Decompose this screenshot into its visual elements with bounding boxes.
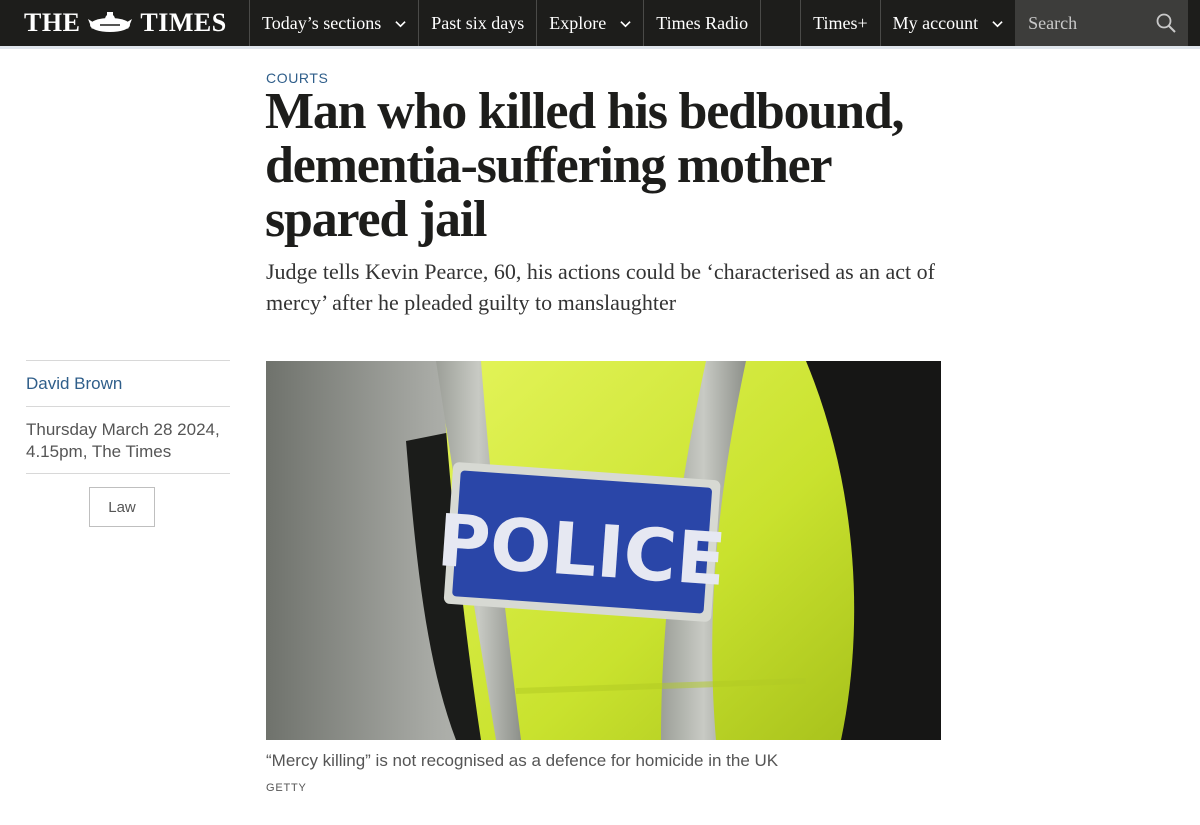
search-icon[interactable]: [1156, 13, 1176, 33]
meta-divider: [26, 406, 230, 407]
hero-image: POLICE: [266, 361, 941, 740]
logo-word-the: THE: [24, 8, 81, 37]
nav-times-radio-label: Times Radio: [656, 12, 749, 33]
nav-explore[interactable]: Explore: [536, 0, 643, 46]
publish-date: Thursday March 28 2024, 4.15pm, The Time…: [26, 419, 230, 463]
meta-divider: [26, 473, 230, 474]
search-input[interactable]: Search: [1015, 0, 1189, 46]
standfirst: Judge tells Kevin Pearce, 60, his action…: [266, 259, 935, 315]
chevron-down-icon: [395, 20, 406, 27]
headline: Man who killed his bedbound, dementia-su…: [265, 83, 905, 248]
chevron-down-icon: [992, 20, 1003, 27]
publish-date-line2: 4.15pm, The Times: [26, 442, 172, 461]
meta-divider: [26, 360, 230, 361]
image-caption: “Mercy killing” is not recognised as a d…: [266, 751, 779, 770]
nav-underline: [0, 46, 1200, 49]
nav-times-plus-label: Times+: [813, 12, 868, 33]
nav-todays-sections-label: Today’s sections: [262, 12, 382, 33]
search-placeholder: Search: [1028, 12, 1078, 33]
nav-todays-sections[interactable]: Today’s sections: [249, 0, 418, 46]
times-logo[interactable]: THE TIMES: [0, 0, 249, 46]
top-navigation: THE TIMES Today’s sections Past six days…: [0, 0, 1200, 46]
crest-icon: [88, 12, 133, 32]
police-vest-photo: POLICE: [266, 361, 941, 740]
nav-times-plus[interactable]: Times+: [800, 0, 880, 46]
nav-explore-label: Explore: [549, 12, 607, 33]
image-credit: GETTY: [266, 782, 307, 794]
tag-law[interactable]: Law: [89, 487, 155, 527]
logo-word-times: TIMES: [140, 8, 227, 37]
nav-past-six-days[interactable]: Past six days: [418, 0, 536, 46]
nav-past-six-days-label: Past six days: [431, 12, 525, 33]
nav-my-account[interactable]: My account: [879, 0, 1015, 46]
publish-date-line1: Thursday March 28 2024,: [26, 420, 220, 439]
author-link[interactable]: David Brown: [26, 374, 122, 394]
chevron-down-icon: [620, 20, 631, 27]
nav-spacer: [760, 0, 800, 46]
nav-times-radio[interactable]: Times Radio: [643, 0, 760, 46]
nav-my-account-label: My account: [892, 12, 979, 33]
